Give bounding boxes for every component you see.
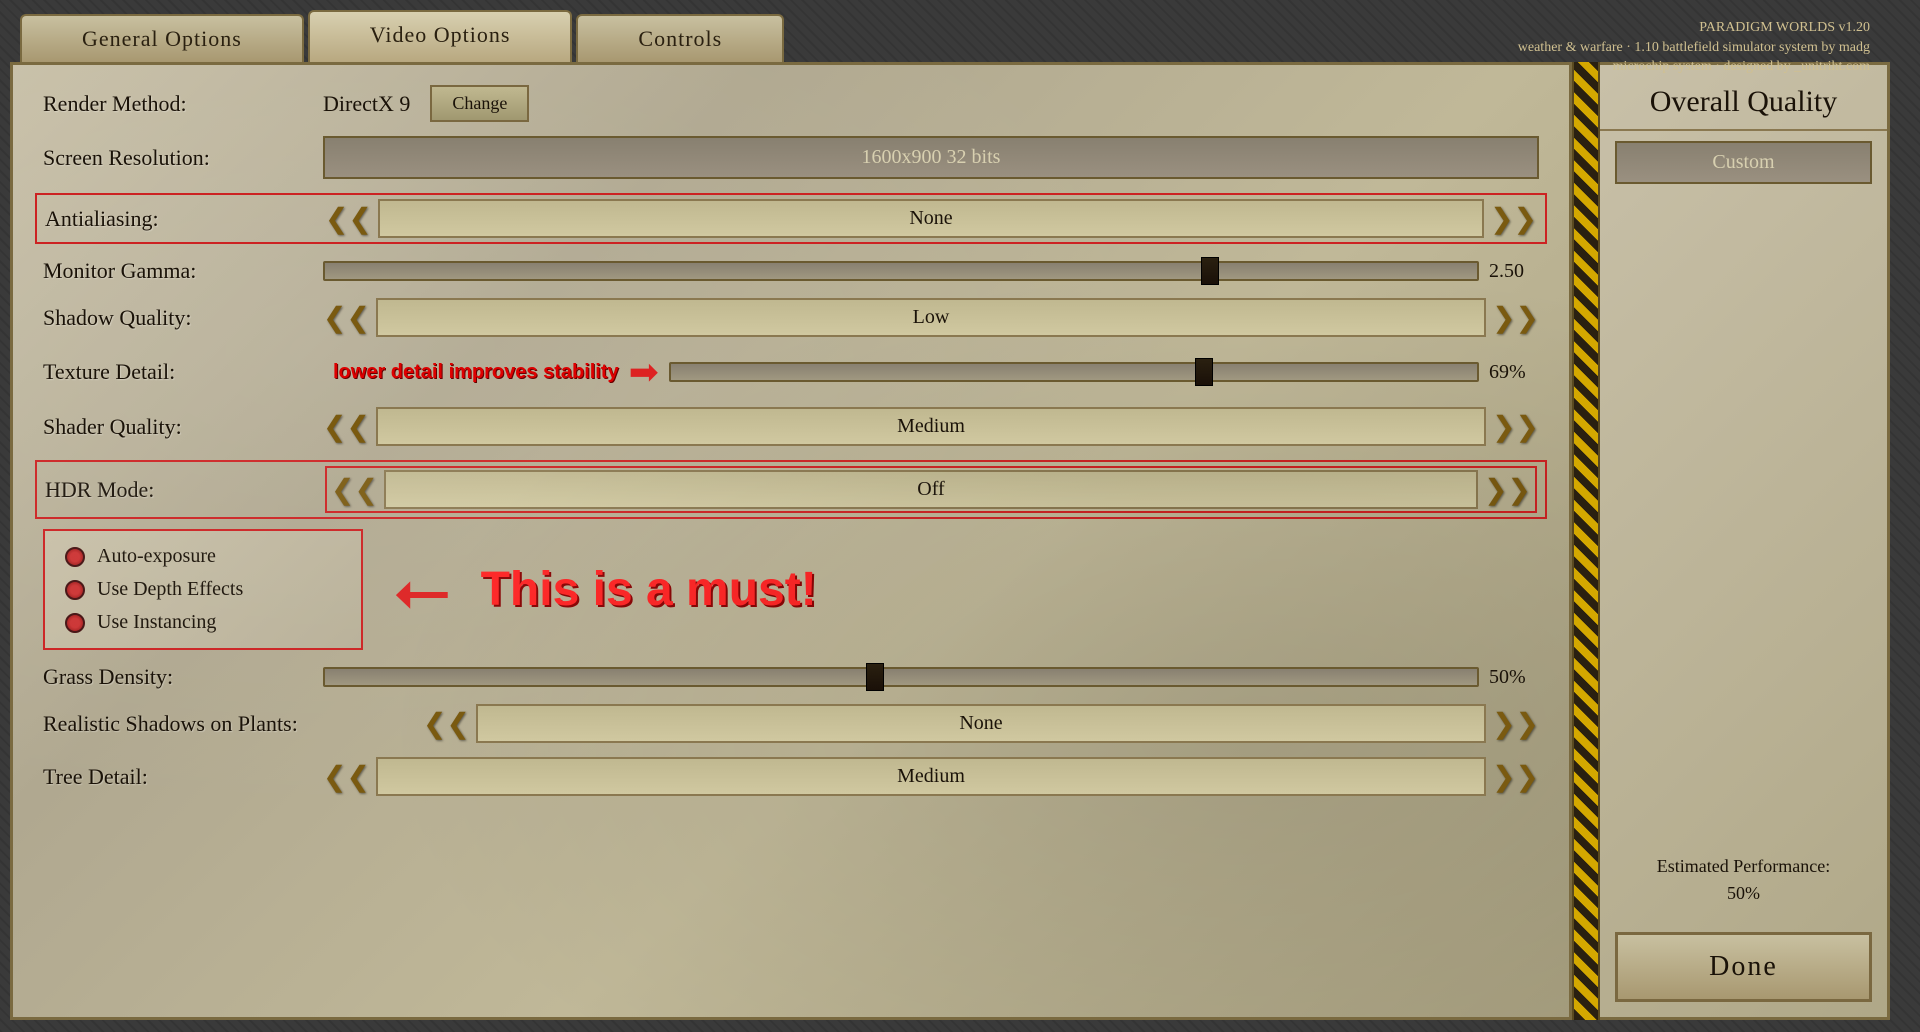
screen-resolution-display: 1600x900 32 bits <box>323 136 1539 179</box>
tree-detail-selector: ❮❮ Medium ❯❯ <box>323 757 1539 796</box>
main-window: General Options Video Options Controls P… <box>10 10 1890 1020</box>
texture-detail-label: Texture Detail: <box>43 359 323 385</box>
shadow-quality-right-arrow[interactable]: ❯❯ <box>1492 301 1539 335</box>
screen-resolution-label: Screen Resolution: <box>43 145 323 171</box>
render-method-row: Render Method: DirectX 9 Change <box>43 85 1539 122</box>
texture-detail-value: 69% <box>1489 361 1539 384</box>
monitor-gamma-value: 2.50 <box>1489 260 1539 283</box>
hdr-mode-value: Off <box>384 470 1478 509</box>
realistic-shadows-row: Realistic Shadows on Plants: ❮❮ None ❯❯ <box>43 704 1539 743</box>
antialiasing-row: Antialiasing: ❮❮ None ❯❯ <box>35 193 1547 244</box>
texture-detail-slider-thumb[interactable] <box>1195 358 1213 386</box>
shadow-quality-selector: ❮❮ Low ❯❯ <box>323 298 1539 337</box>
right-panel: Overall Quality Custom Estimated Perform… <box>1600 62 1890 1020</box>
shader-quality-label: Shader Quality: <box>43 414 323 440</box>
shader-quality-row: Shader Quality: ❮❮ Medium ❯❯ <box>43 407 1539 446</box>
tab-video[interactable]: Video Options <box>308 10 573 62</box>
monitor-gamma-row: Monitor Gamma: 2.50 <box>43 258 1539 284</box>
realistic-shadows-value: None <box>476 704 1486 743</box>
shader-quality-value: Medium <box>376 407 1486 446</box>
screen-resolution-row: Screen Resolution: 1600x900 32 bits <box>43 136 1539 179</box>
must-annotation: This is a must! <box>481 562 817 617</box>
grass-density-row: Grass Density: 50% <box>43 664 1539 690</box>
main-panel: Render Method: DirectX 9 Change Screen R… <box>10 62 1572 1020</box>
depth-effects-icon <box>65 580 85 600</box>
texture-detail-row: Texture Detail: lower detail improves st… <box>43 351 1539 393</box>
hdr-mode-selector: ❮❮ Off ❯❯ <box>325 466 1537 513</box>
checkbox-auto-exposure[interactable]: Auto-exposure <box>65 545 341 568</box>
done-button[interactable]: Done <box>1615 932 1872 1002</box>
checkbox-instancing[interactable]: Use Instancing <box>65 611 341 634</box>
grass-density-label: Grass Density: <box>43 664 323 690</box>
antialiasing-selector: ❮❮ None ❯❯ <box>325 199 1537 238</box>
scrollbar[interactable] <box>1572 62 1600 1020</box>
grass-density-slider-track[interactable] <box>323 667 1479 687</box>
texture-arrow-annotation: ➡ <box>629 351 659 393</box>
depth-effects-label: Use Depth Effects <box>97 578 243 601</box>
realistic-shadows-left-arrow[interactable]: ❮❮ <box>423 707 470 741</box>
antialiasing-left-arrow[interactable]: ❮❮ <box>325 202 372 236</box>
hdr-mode-right-arrow[interactable]: ❯❯ <box>1484 473 1531 507</box>
shadow-quality-row: Shadow Quality: ❮❮ Low ❯❯ <box>43 298 1539 337</box>
monitor-gamma-slider-container: 2.50 <box>323 260 1539 283</box>
estimated-performance: Estimated Performance: 50% <box>1600 843 1887 917</box>
monitor-gamma-slider-thumb[interactable] <box>1201 257 1219 285</box>
quality-spacer <box>1600 194 1887 843</box>
antialiasing-value: None <box>378 199 1484 238</box>
texture-detail-slider-container: 69% <box>669 361 1539 384</box>
monitor-gamma-slider-track[interactable] <box>323 261 1479 281</box>
tree-detail-row: Tree Detail: ❮❮ Medium ❯❯ <box>43 757 1539 796</box>
screen-resolution-value-area: 1600x900 32 bits <box>323 136 1539 179</box>
instancing-icon <box>65 613 85 633</box>
tree-detail-value: Medium <box>376 757 1486 796</box>
render-method-label: Render Method: <box>43 91 323 117</box>
grass-density-value: 50% <box>1489 666 1539 689</box>
tree-detail-right-arrow[interactable]: ❯❯ <box>1492 760 1539 794</box>
app-title: PARADIGM WORLDS v1.20 weather & warfare … <box>1518 18 1870 77</box>
checkbox-group: Auto-exposure Use Depth Effects Use Inst… <box>43 529 363 650</box>
shadow-quality-left-arrow[interactable]: ❮❮ <box>323 301 370 335</box>
render-method-value-area: DirectX 9 Change <box>323 85 1539 122</box>
texture-detail-warning: lower detail improves stability <box>333 361 619 384</box>
auto-exposure-label: Auto-exposure <box>97 545 216 568</box>
hdr-mode-row: HDR Mode: ❮❮ Off ❯❯ <box>35 460 1547 519</box>
grass-density-slider-thumb[interactable] <box>866 663 884 691</box>
checkbox-annotation-row: Auto-exposure Use Depth Effects Use Inst… <box>43 529 1539 650</box>
auto-exposure-icon <box>65 547 85 567</box>
realistic-shadows-label: Realistic Shadows on Plants: <box>43 711 423 737</box>
shader-quality-right-arrow[interactable]: ❯❯ <box>1492 410 1539 444</box>
grass-density-slider-container: 50% <box>323 666 1539 689</box>
texture-detail-slider-track[interactable] <box>669 362 1479 382</box>
shader-quality-left-arrow[interactable]: ❮❮ <box>323 410 370 444</box>
tree-detail-label: Tree Detail: <box>43 764 323 790</box>
tab-controls[interactable]: Controls <box>576 14 784 62</box>
shadow-quality-label: Shadow Quality: <box>43 305 323 331</box>
monitor-gamma-label: Monitor Gamma: <box>43 258 323 284</box>
realistic-shadows-right-arrow[interactable]: ❯❯ <box>1492 707 1539 741</box>
tab-general[interactable]: General Options <box>20 14 304 62</box>
shader-quality-selector: ❮❮ Medium ❯❯ <box>323 407 1539 446</box>
left-arrow-annotation: ⭠ <box>393 554 451 626</box>
antialiasing-right-arrow[interactable]: ❯❯ <box>1490 202 1537 236</box>
content-area: Render Method: DirectX 9 Change Screen R… <box>10 62 1890 1020</box>
antialiasing-label: Antialiasing: <box>45 206 325 232</box>
change-render-button[interactable]: Change <box>430 85 529 122</box>
realistic-shadows-selector: ❮❮ None ❯❯ <box>423 704 1539 743</box>
scrollbar-stripe <box>1574 62 1598 1020</box>
overall-quality-value: Custom <box>1615 141 1872 184</box>
instancing-label: Use Instancing <box>97 611 216 634</box>
shadow-quality-value: Low <box>376 298 1486 337</box>
checkbox-depth-effects[interactable]: Use Depth Effects <box>65 578 341 601</box>
render-method-value: DirectX 9 <box>323 91 410 117</box>
tree-detail-left-arrow[interactable]: ❮❮ <box>323 760 370 794</box>
hdr-mode-left-arrow[interactable]: ❮❮ <box>331 473 378 507</box>
tab-bar: General Options Video Options Controls P… <box>10 10 1890 62</box>
hdr-mode-label: HDR Mode: <box>45 477 325 503</box>
